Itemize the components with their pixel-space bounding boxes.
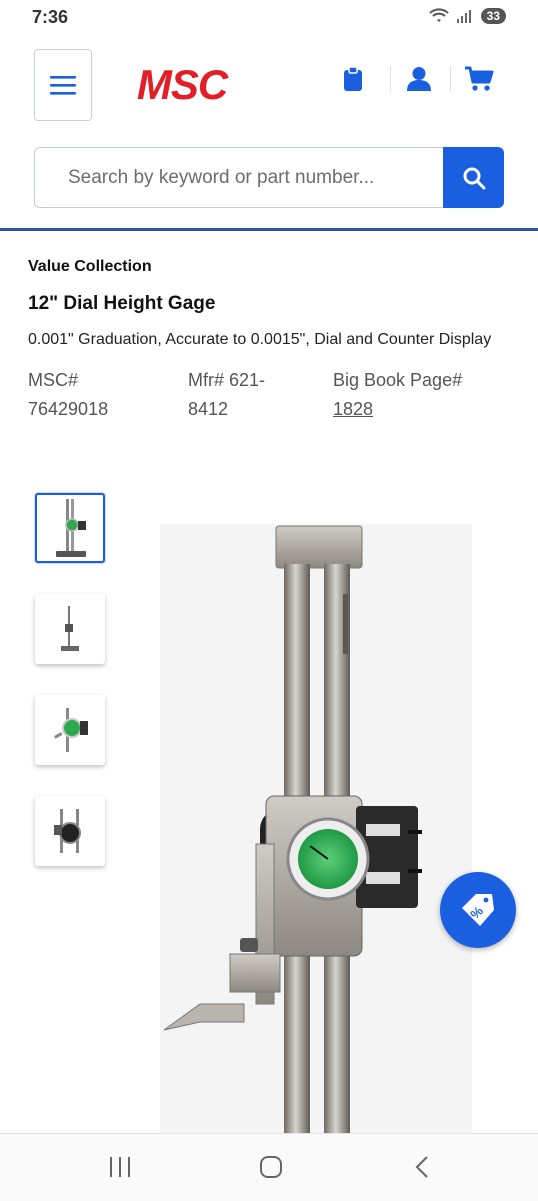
thumbnail-4[interactable] bbox=[35, 796, 105, 866]
msc-value: 76429018 bbox=[28, 399, 109, 419]
quote-list-button[interactable] bbox=[338, 64, 368, 94]
status-time: 7:36 bbox=[32, 7, 69, 27]
search-icon bbox=[463, 167, 485, 189]
header-divider bbox=[390, 66, 391, 92]
cart-button[interactable] bbox=[464, 64, 494, 94]
mfr-label: Mfr# 621- bbox=[188, 370, 266, 390]
clipboard-icon bbox=[344, 66, 362, 91]
msc-number: MSC# 76429018 bbox=[28, 366, 108, 424]
menu-icon bbox=[50, 76, 76, 95]
back-icon bbox=[415, 1156, 428, 1178]
big-book-page: Big Book Page# 1828 bbox=[333, 366, 462, 424]
msc-logo[interactable]: MSC bbox=[120, 62, 244, 106]
thumbnail-image bbox=[61, 606, 79, 651]
discount-tag-icon: % bbox=[462, 894, 494, 926]
thumbnail-image bbox=[56, 499, 86, 557]
account-icon bbox=[407, 67, 431, 91]
recent-apps-button[interactable] bbox=[100, 1152, 140, 1182]
home-button[interactable] bbox=[251, 1152, 291, 1182]
product-brand[interactable]: Value Collection bbox=[28, 258, 152, 276]
thumbnail-2[interactable] bbox=[35, 594, 105, 664]
product-description: 0.001" Graduation, Accurate to 0.0015", … bbox=[28, 331, 492, 348]
home-icon bbox=[260, 1156, 282, 1178]
battery-badge: 33 bbox=[480, 8, 506, 24]
back-button[interactable] bbox=[402, 1152, 442, 1182]
big-book-label: Big Book Page# bbox=[333, 370, 463, 390]
signal-icon bbox=[456, 10, 471, 23]
thumbnail-image bbox=[54, 809, 81, 853]
menu-button[interactable] bbox=[34, 49, 92, 121]
mfr-value: 8412 bbox=[188, 399, 229, 419]
status-bar: 7:36 33 bbox=[0, 0, 538, 36]
cart-icon bbox=[465, 66, 494, 91]
status-icons: 33 bbox=[428, 8, 506, 24]
msc-label: MSC# bbox=[28, 370, 79, 390]
promo-button[interactable]: % bbox=[440, 872, 516, 948]
product-main-image[interactable] bbox=[160, 524, 472, 1136]
thumbnail-3[interactable] bbox=[35, 695, 105, 765]
search-button[interactable] bbox=[443, 147, 504, 208]
logo-text: MSC bbox=[137, 62, 229, 106]
mfr-number: Mfr# 621- 8412 bbox=[188, 366, 265, 424]
account-button[interactable] bbox=[404, 64, 434, 94]
site-header: MSC bbox=[0, 36, 538, 231]
search-bar bbox=[34, 147, 504, 208]
system-nav-bar bbox=[0, 1133, 538, 1201]
big-book-link[interactable]: 1828 bbox=[333, 399, 373, 419]
thumbnail-image bbox=[54, 708, 88, 752]
recent-apps-icon bbox=[110, 1157, 130, 1177]
header-divider bbox=[450, 66, 451, 92]
product-title: 12" Dial Height Gage bbox=[28, 293, 216, 314]
thumbnail-1[interactable] bbox=[35, 493, 105, 563]
search-input[interactable] bbox=[34, 147, 444, 208]
wifi-icon bbox=[428, 8, 449, 22]
